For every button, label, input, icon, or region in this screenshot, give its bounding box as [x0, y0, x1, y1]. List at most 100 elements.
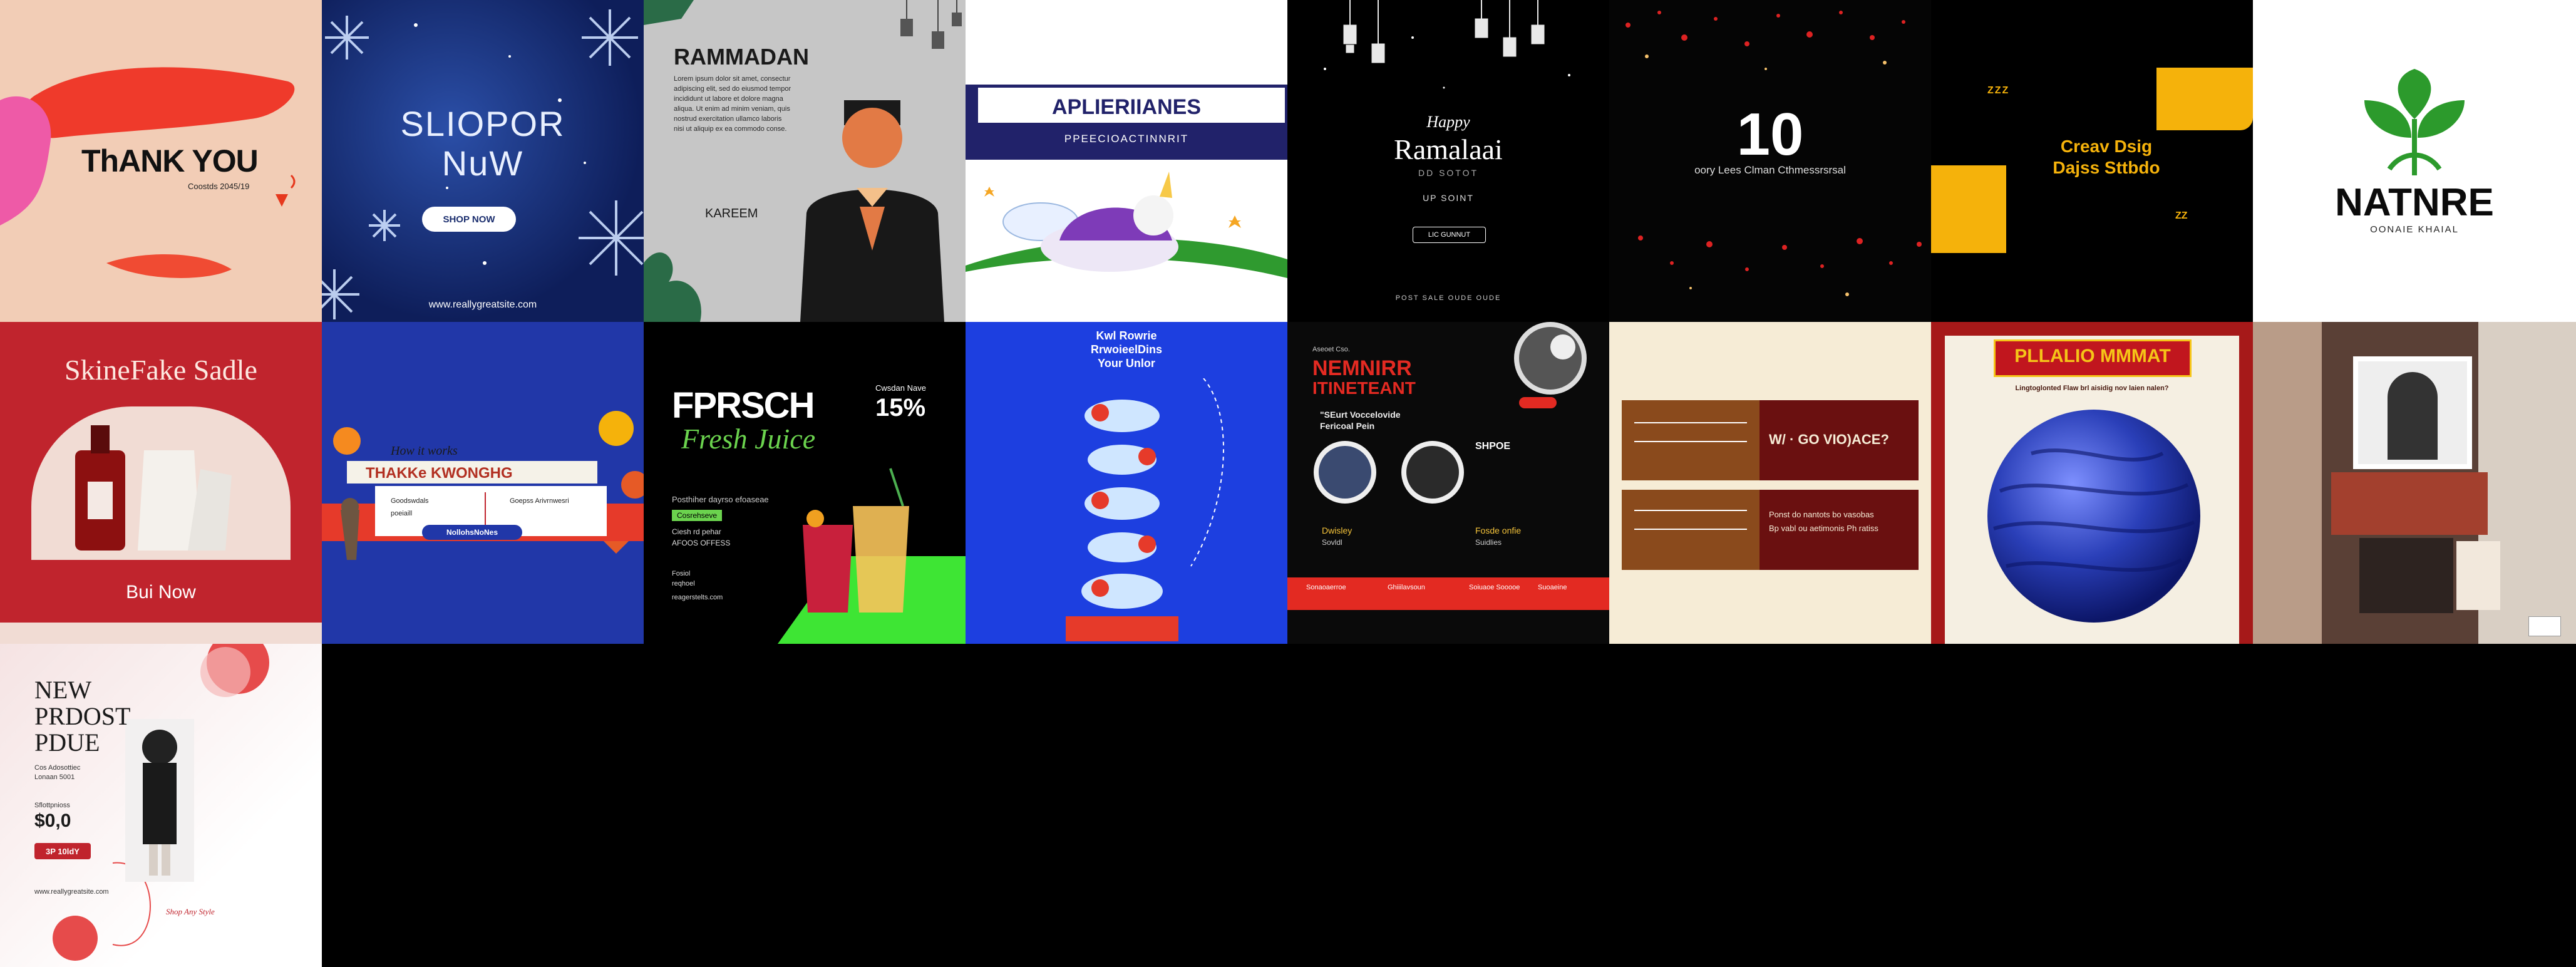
buy-now-button[interactable]: Bui Now	[94, 574, 228, 611]
placeholder-line	[1634, 510, 1747, 511]
anniversary-number: 10	[1736, 101, 1804, 168]
plaid-title: PLLALIO MMMAT	[2014, 346, 2171, 366]
remote-title-1: Kwl Rowrie	[1096, 329, 1157, 342]
studio-marks-bottom: ZZ	[2175, 210, 2188, 221]
nature-subtitle: OONAIE KHAIAL	[2370, 224, 2459, 235]
juice-glasses	[778, 468, 966, 644]
thanksgiving-left-text: Goodswdals	[391, 497, 429, 505]
product-bottles	[75, 425, 232, 551]
juice-tag: Cosrehseve	[672, 510, 723, 521]
discount-value: 15%	[875, 394, 926, 421]
empty-slot	[322, 644, 644, 967]
juice-site[interactable]: reagerstelts.com	[672, 594, 723, 601]
discount-label: Cwsdan Nave	[875, 383, 926, 393]
shop-now-card[interactable]: SLIOPOR NuW SHOP NOW www.reallygreatsite…	[322, 0, 644, 322]
new-product-title-1: NEW	[34, 676, 92, 704]
ramadan-greeting-card[interactable]: RAMMADAN Lorem ipsum dolor sit amet, con…	[644, 0, 966, 322]
speaker-a-name: Dwisley	[1322, 525, 1352, 535]
template-gallery: ThANK YOU Coostds 2045/19 SLIOPOR NuW SH…	[0, 0, 2576, 967]
collage-photo-dark	[2359, 538, 2453, 613]
ramadan-body-line: nisi ut aliquip ex ea commodo conse.	[674, 125, 787, 133]
collage-photo-red	[2331, 472, 2488, 535]
thanksgiving-script: How it works	[391, 444, 458, 458]
appliances-card[interactable]: APLIERIIANES PPEECIOACTINNRIT	[966, 0, 1287, 322]
ramadan-body: Lorem ipsum dolor sit amet, consectur ad…	[674, 74, 818, 134]
juice-line-a: Ciesh rd pehar	[672, 527, 721, 536]
nature-logo-card[interactable]: NATNRE OONAIE KHAIAL	[2253, 0, 2576, 322]
question-text: W/ · GO VIO)ACE?	[1769, 432, 1889, 447]
seminar-card[interactable]: Aseoet Cso. NEMNIRR ITINETEANT "SEurt Vo…	[1287, 322, 1609, 644]
new-product-card[interactable]: NEW PRDOST PDUE Cos Adosottiec Lonaan 50…	[0, 644, 322, 967]
shop-now-title-1: SLIOPOR	[400, 104, 565, 143]
anniversary-caption: oory Lees Clman Cthmessrsrsal	[1694, 164, 1846, 176]
collage-photo-light	[2456, 541, 2500, 610]
bottom-stripe	[0, 623, 322, 644]
ramadan-title: RAMMADAN	[674, 44, 809, 70]
studio-marks-top: ZZZ	[1987, 85, 2010, 96]
collage-tone-left	[2253, 322, 2322, 644]
yellow-shape-bottom	[1931, 165, 2006, 253]
thanksgiving-banner-text: THAKKe KWONGHG	[366, 465, 513, 482]
juice-script: Fresh Juice	[681, 423, 816, 455]
happy-ramadan-line1: Happy	[1426, 113, 1470, 131]
why-question-card[interactable]: W/ · GO VIO)ACE? Ponst do nantots bo vas…	[1609, 322, 1931, 644]
happy-ramadan-button[interactable]: LIC GUNNUT	[1413, 227, 1486, 243]
price-label: Sflottpnioss	[34, 802, 70, 809]
shop-now-button[interactable]: SHOP NOW	[422, 207, 516, 232]
thank-you-card[interactable]: ThANK YOU Coostds 2045/19	[0, 0, 322, 322]
new-product-script: Shop Any Style	[166, 907, 215, 916]
plaid-mat-card[interactable]: PLLALIO MMMAT Lingtoglonted Flaw brl ais…	[1931, 322, 2253, 644]
new-product-site[interactable]: www.reallygreatsite.com	[34, 888, 109, 896]
juice-line-b: AFOOS OFFESS	[672, 539, 731, 547]
ramadan-signature: KAREEM	[705, 207, 758, 220]
order-button[interactable]: 3P 10ldY	[34, 843, 91, 859]
thanksgiving-card[interactable]: How it works THAKKe KWONGHG Goodswdals p…	[322, 322, 644, 644]
happy-ramadan-line4: UP SOINT	[1423, 193, 1474, 203]
photo-collage-card[interactable]	[2253, 322, 2576, 644]
fresh-juice-card[interactable]: FPRSCH Fresh Juice Cwsdan Nave 15% Posth…	[644, 322, 966, 644]
seminar-footer-b: Ghiiilavsoun	[1388, 584, 1425, 591]
thanksgiving-divider	[485, 492, 486, 530]
answer-body-a: Ponst do nantots bo vasobas	[1769, 510, 1874, 519]
empty-slot	[644, 644, 966, 967]
remote-title-2: RrwoieelDins	[1090, 343, 1163, 356]
juice-title: FPRSCH	[672, 385, 815, 426]
ramadan-body-line: aliqua. Ut enim ad minim veniam, quis	[674, 105, 790, 113]
collage-portrait-figure	[2388, 372, 2438, 460]
leaf-icon	[2364, 69, 2465, 175]
answer-body-b: Bp vabl ou aetimonis Ph ratiss	[1769, 524, 1878, 533]
hanging-lanterns	[1324, 0, 1570, 89]
speaker-b-sub: Suidlies	[1475, 538, 1502, 547]
skincare-sale-card[interactable]: SkineFake Sadle Bui Now	[0, 322, 322, 644]
speaker-a-sub: Sovldl	[1322, 538, 1342, 547]
new-product-title-3: PDUE	[34, 728, 100, 757]
happy-ramadan-footer: POST SALE OUDE OUDE	[1395, 294, 1502, 302]
people-bubbles	[1066, 378, 1224, 641]
ramadan-body-line: Lorem ipsum dolor sit amet, consectur	[674, 75, 791, 83]
speaker-photos	[1287, 322, 1609, 610]
new-product-desc-a: Cos Adosottiec	[34, 764, 81, 772]
speaker-b-name: Fosde onfie	[1475, 525, 1522, 535]
nature-title: NATNRE	[2335, 181, 2494, 224]
seminar-footer-d: Suoaeine	[1538, 584, 1567, 591]
shop-now-url[interactable]: www.reallygreatsite.com	[322, 299, 644, 311]
studio-line1: Creav Dsig	[2060, 137, 2153, 156]
design-studio-card[interactable]: ZZZ Creav Dsig Dajss Sttbdo ZZ	[1931, 0, 2253, 322]
thanksgiving-left-sub: poeiaill	[391, 510, 413, 517]
placeholder-line	[1634, 529, 1747, 530]
new-product-title-2: PRDOST	[34, 702, 131, 730]
happy-ramadan-card[interactable]: Happy Ramalaai DD SOTOT UP SOINT LIC GUN…	[1287, 0, 1609, 322]
thanksgiving-pill[interactable]: NollohsNoNes	[422, 525, 522, 540]
seminar-footer-a: Sonaoaerroe	[1306, 584, 1346, 591]
anniversary-card[interactable]: 10 oory Lees Clman Cthmessrsrsal	[1609, 0, 1931, 322]
skincare-title: SkineFake Sadle	[64, 354, 257, 386]
happy-ramadan-line3: DD SOTOT	[1418, 168, 1479, 178]
answer-panel-left	[1622, 490, 1759, 570]
new-product-desc-b: Lonaan 5001	[34, 773, 75, 781]
happy-ramadan-title: Ramalaai	[1394, 133, 1503, 165]
juice-contact-a: Fosiol	[672, 570, 691, 577]
remote-work-card[interactable]: Kwl Rowrie RrwoieelDins Your Unlor	[966, 322, 1287, 644]
appliances-title: APLIERIIANES	[1051, 95, 1202, 119]
placeholder-line	[1634, 441, 1747, 442]
price-value: $0,0	[34, 810, 71, 831]
